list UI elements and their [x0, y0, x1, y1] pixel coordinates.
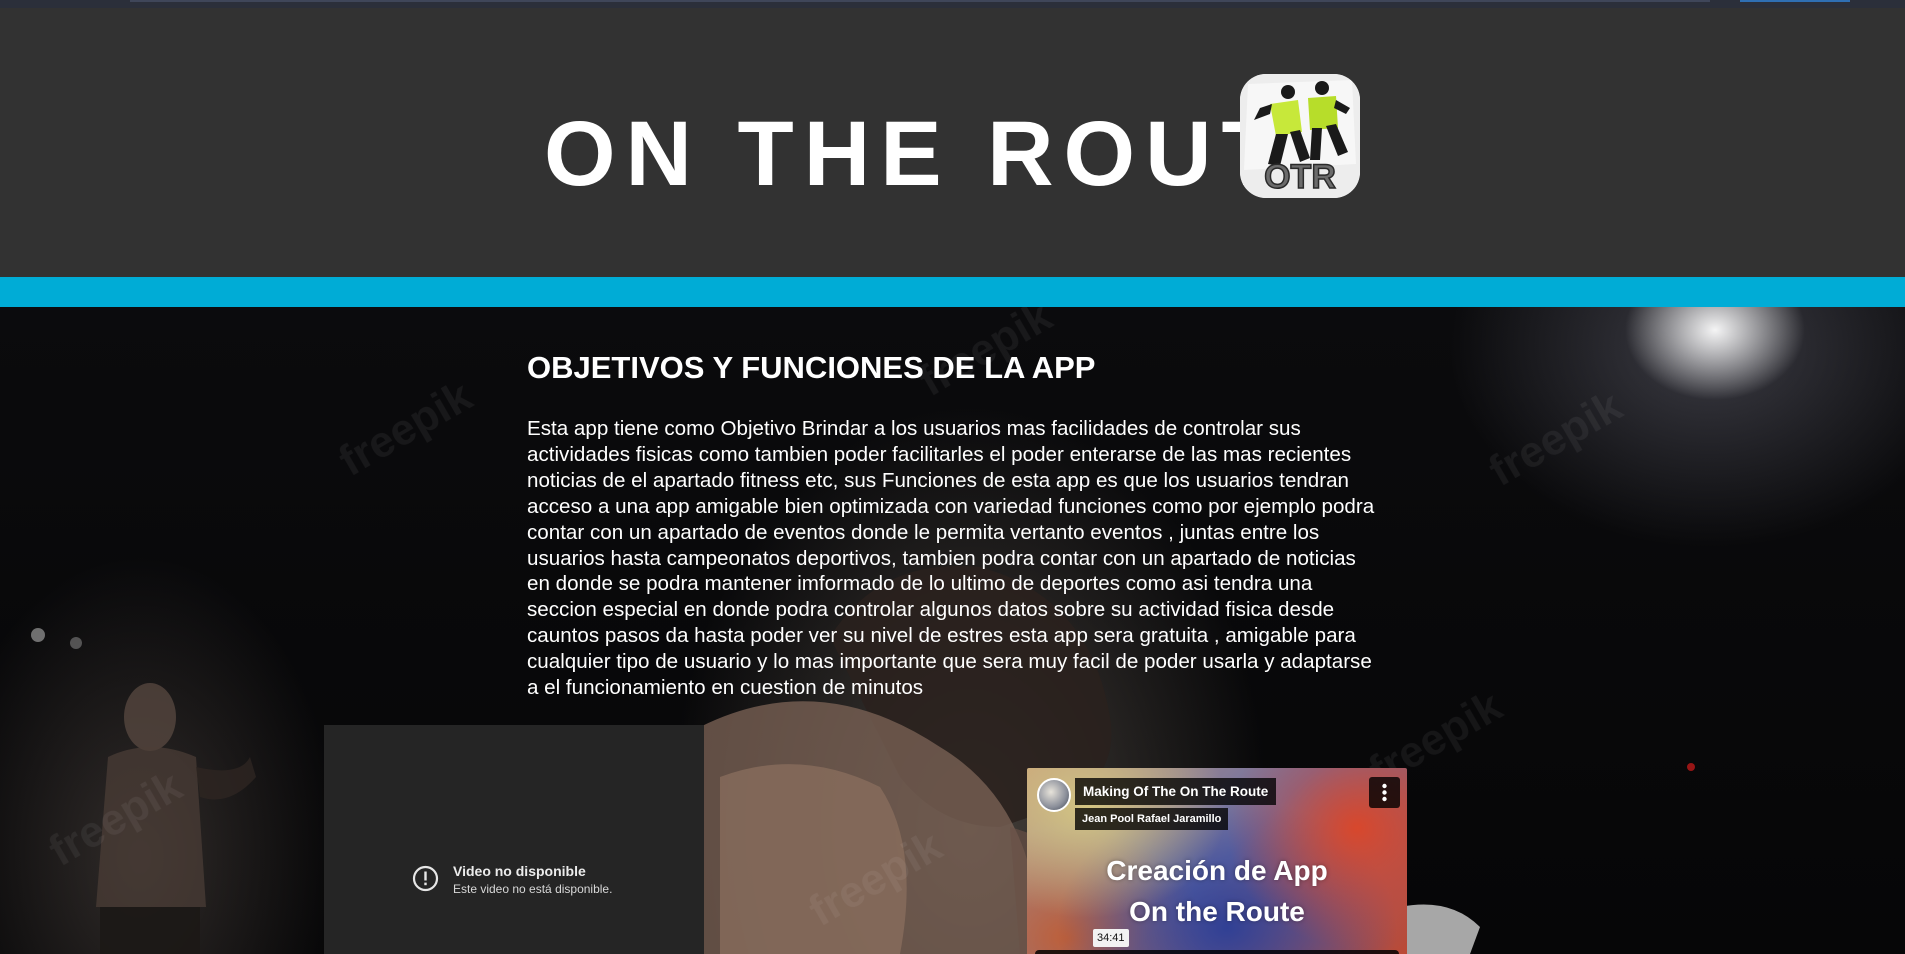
- video-title[interactable]: Making Of The On The Route: [1075, 778, 1277, 805]
- youtube-video-embed[interactable]: Making Of The On The Route Jean Pool Raf…: [1027, 768, 1407, 954]
- headline-line-2: On the Route: [1129, 896, 1305, 927]
- section-body: Esta app tiene como Objetivo Brindar a l…: [527, 417, 1375, 700]
- more-vert-icon[interactable]: [1369, 777, 1400, 808]
- site-title: ON THE ROUT: [544, 103, 1288, 205]
- channel-avatar[interactable]: [1037, 778, 1071, 812]
- site-header: ON THE ROUT OTR: [0, 8, 1905, 277]
- browser-top-strip: [0, 0, 1905, 8]
- video-thumbnail-headline: Creación de App On the Route: [1027, 850, 1407, 932]
- svg-text:freepik: freepik: [1481, 381, 1631, 496]
- accent-band: [0, 277, 1905, 307]
- svg-text:freepik: freepik: [331, 371, 481, 486]
- video-unavailable-title: Video no disponible: [453, 863, 586, 879]
- video-unavailable-subtitle: Este video no está disponible.: [453, 882, 613, 896]
- video-channel[interactable]: Jean Pool Rafael Jaramillo: [1075, 808, 1229, 830]
- alert-circle-icon: [412, 865, 439, 892]
- top-strip-bar: [130, 0, 1710, 2]
- video-unavailable-embed[interactable]: Video no disponible Este video no está d…: [324, 725, 704, 954]
- headline-line-1: Creación de App: [1106, 855, 1328, 886]
- hero-section: freepik freepik freepik freepik freepik …: [0, 307, 1905, 954]
- video-duration: 34:41: [1093, 929, 1129, 947]
- top-strip-accent: [1740, 0, 1850, 2]
- logo-text: OTR: [1264, 158, 1336, 196]
- otr-logo-icon: OTR: [1240, 74, 1360, 198]
- otr-logo[interactable]: OTR: [1240, 74, 1360, 198]
- video-controls[interactable]: [1035, 950, 1399, 954]
- section-title: OBJETIVOS Y FUNCIONES DE LA APP: [527, 350, 1096, 385]
- video-unavailable-text: Video no disponible Este video no está d…: [453, 862, 612, 897]
- video-unavailable-message: Video no disponible Este video no está d…: [412, 862, 612, 897]
